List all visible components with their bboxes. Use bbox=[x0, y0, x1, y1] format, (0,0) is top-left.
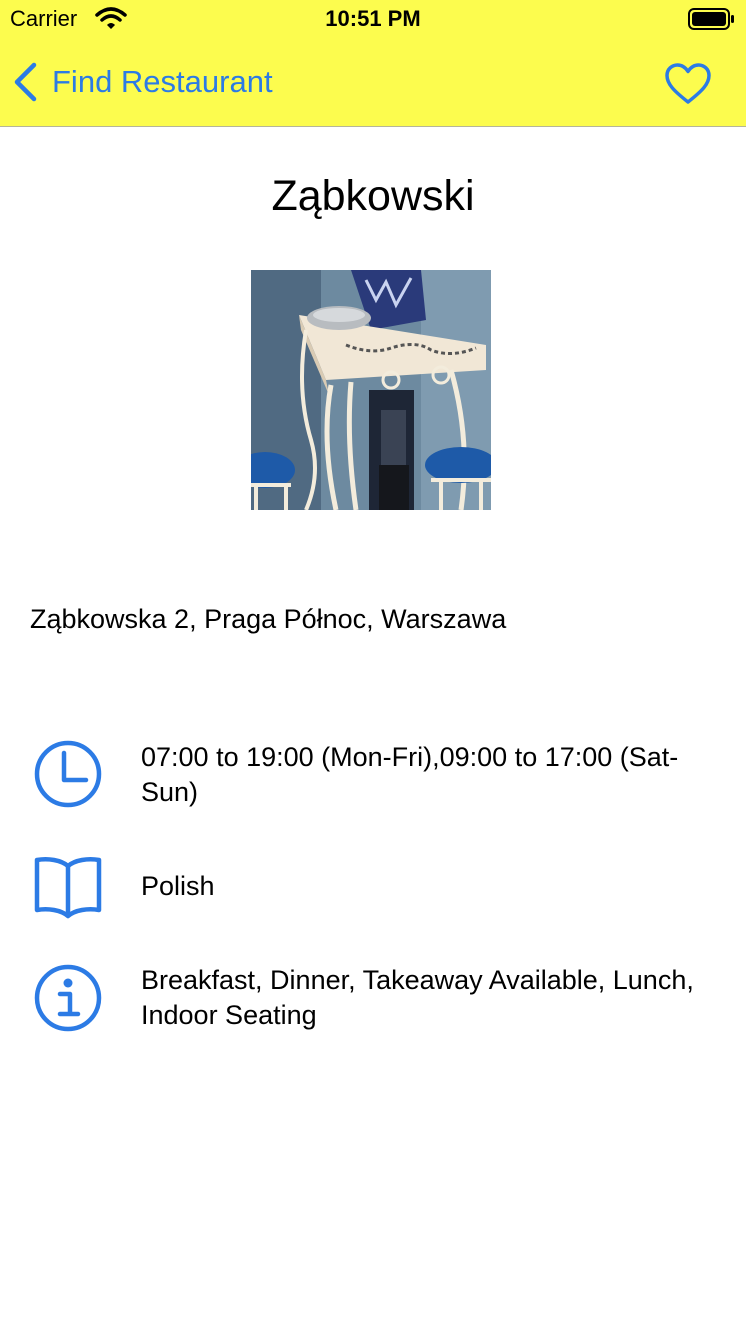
nav-row: Find Restaurant bbox=[0, 52, 746, 112]
hours-text: 07:00 to 19:00 (Mon-Fri),09:00 to 17:00 … bbox=[141, 742, 679, 807]
features-text: Breakfast, Dinner, Takeaway Available, L… bbox=[141, 965, 694, 1030]
restaurant-name: Ząbkowski bbox=[271, 172, 475, 220]
heart-icon[interactable] bbox=[664, 62, 712, 106]
detail-row-features: Breakfast, Dinner, Takeaway Available, L… bbox=[0, 962, 746, 1034]
detail-row-cuisine: Polish bbox=[0, 852, 746, 924]
status-bar: Carrier 10:51 PM bbox=[0, 0, 746, 40]
back-button-label: Find Restaurant bbox=[52, 64, 273, 99]
clock-icon bbox=[34, 740, 102, 808]
restaurant-address: Ząbkowska 2, Praga Północ, Warszawa bbox=[30, 604, 507, 634]
back-button[interactable]: Find Restaurant bbox=[12, 60, 273, 104]
navigation-bar: Carrier 10:51 PM Find Restaurant bbox=[0, 0, 746, 127]
book-icon bbox=[34, 857, 102, 919]
cuisine-text: Polish bbox=[141, 871, 215, 901]
clock-time: 10:51 PM bbox=[325, 6, 421, 31]
info-icon bbox=[34, 964, 102, 1032]
chevron-left-icon bbox=[14, 62, 37, 102]
restaurant-photo bbox=[251, 270, 491, 510]
battery-icon bbox=[688, 8, 734, 30]
detail-row-hours: 07:00 to 19:00 (Mon-Fri),09:00 to 17:00 … bbox=[0, 738, 746, 810]
